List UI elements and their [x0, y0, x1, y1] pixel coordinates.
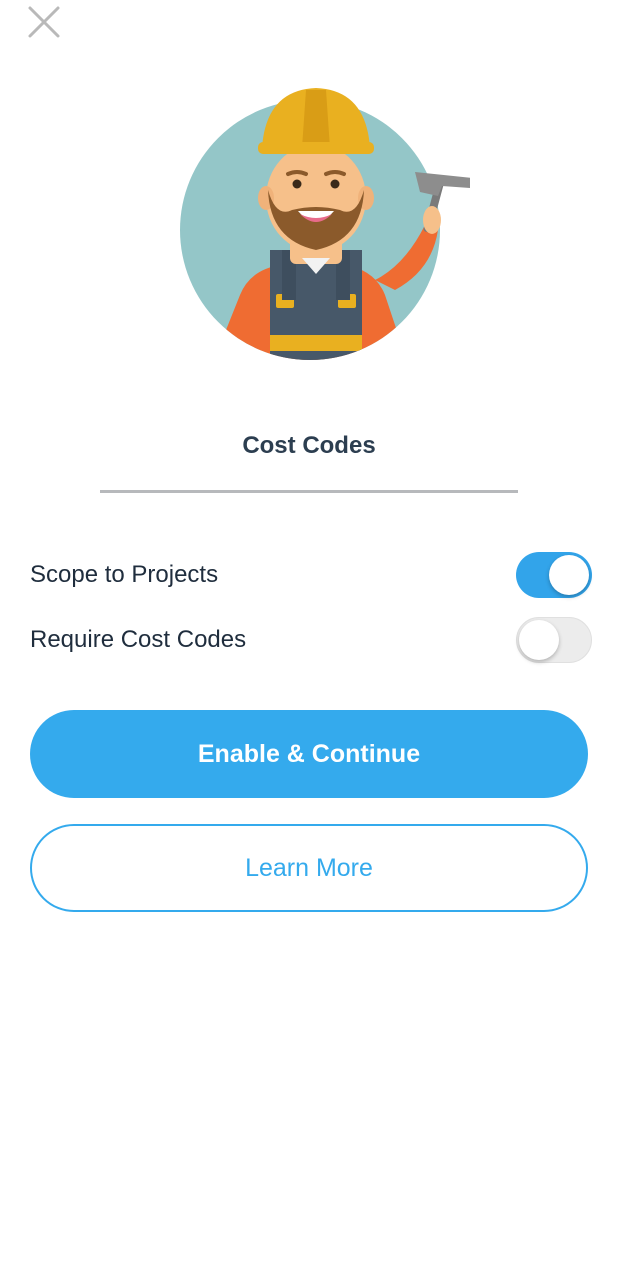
toggle-knob — [549, 555, 589, 595]
setting-row-scope-to-projects: Scope to Projects — [30, 551, 592, 599]
scope-to-projects-toggle[interactable] — [516, 552, 592, 598]
setting-row-require-cost-codes: Require Cost Codes — [30, 616, 592, 664]
enable-continue-button[interactable]: Enable & Continue — [30, 710, 588, 798]
toggle-knob — [519, 620, 559, 660]
setting-label-scope-to-projects: Scope to Projects — [30, 561, 219, 588]
close-icon — [28, 6, 60, 38]
setting-label-require-cost-codes: Require Cost Codes — [30, 626, 247, 653]
page-title: Cost Codes — [242, 432, 376, 459]
learn-more-button[interactable]: Learn More — [30, 824, 588, 912]
require-cost-codes-toggle[interactable] — [516, 617, 592, 663]
close-button[interactable] — [24, 2, 64, 42]
title-divider — [100, 490, 518, 493]
cost-codes-screen: Cost Codes Scope to Projects Require Cos… — [0, 0, 618, 1280]
construction-worker-illustration — [180, 88, 470, 360]
